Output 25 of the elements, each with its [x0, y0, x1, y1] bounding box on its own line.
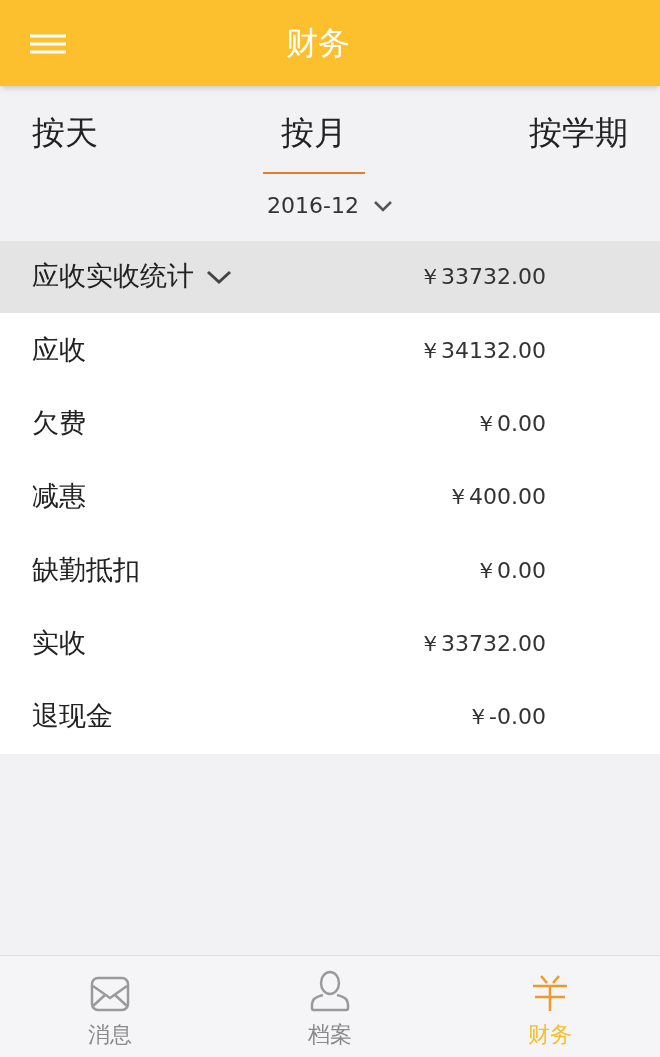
envelope-icon	[90, 976, 130, 1012]
chevron-down-icon	[372, 199, 393, 212]
period-tab[interactable]: 按月	[262, 108, 365, 174]
row-amount: ￥0.00	[475, 556, 546, 585]
yen-icon	[531, 974, 569, 1012]
row-label: 应收	[32, 332, 86, 367]
row-label: 缺勤抵扣	[32, 552, 140, 587]
header-title: 财务	[286, 23, 350, 64]
row-amount: ￥400.00	[447, 483, 546, 512]
row-amount: ￥-0.00	[467, 703, 546, 732]
row-label: 实收	[32, 626, 86, 661]
month-dropdown[interactable]: 2016-12	[267, 189, 393, 222]
summary-label: 应收实收统计	[32, 259, 194, 294]
summary-amount: ￥33732.00	[419, 263, 546, 291]
row-amount: ￥0.00	[475, 409, 546, 438]
row-amount: ￥33732.00	[419, 629, 546, 658]
row-amount: ￥34132.00	[419, 336, 546, 365]
period-tab[interactable]: 按天	[32, 108, 98, 174]
period-tab[interactable]: 按学期	[529, 108, 628, 174]
summary-row[interactable]: 应收实收统计 ￥33732.00	[0, 240, 660, 313]
row-label: 减惠	[32, 479, 86, 514]
row-label: 退现金	[32, 699, 113, 734]
person-icon	[310, 970, 350, 1012]
row-label: 欠费	[32, 406, 86, 441]
menu-icon[interactable]	[30, 34, 66, 54]
